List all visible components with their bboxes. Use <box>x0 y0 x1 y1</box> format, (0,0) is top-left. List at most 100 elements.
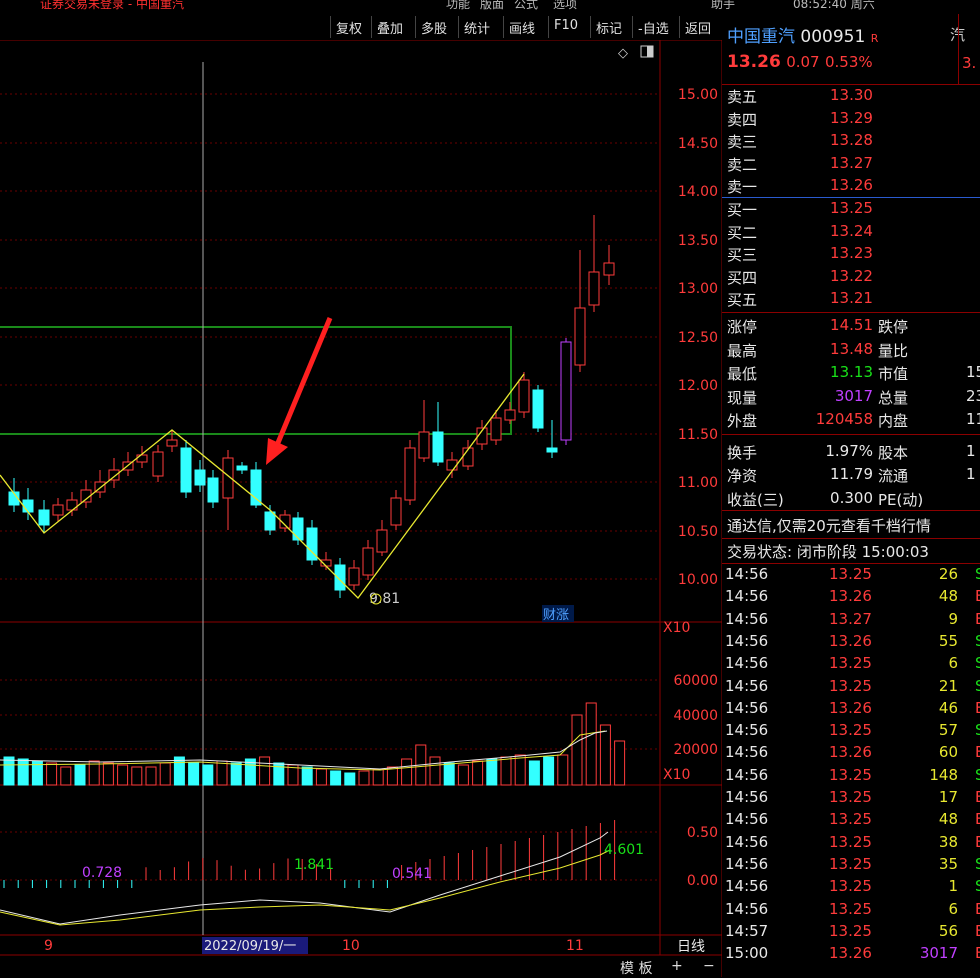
volume-bar <box>528 760 540 786</box>
stat-label: 净资 <box>727 467 758 485</box>
volume-bar <box>46 762 58 786</box>
tick-row: 14:56 13.25 6B <box>725 900 980 922</box>
volume-tick: 40000 <box>673 708 718 724</box>
volume-ma-yellow <box>0 730 606 771</box>
orderbook-price[interactable]: 13.22 <box>830 267 873 285</box>
orderbook-label: 买二 <box>727 223 758 242</box>
candle-body <box>404 447 416 501</box>
volume-bar <box>17 758 29 786</box>
tick-time: 14:56 <box>725 743 769 762</box>
candle-body <box>38 509 50 526</box>
statistics-button[interactable]: 统计 <box>458 16 495 38</box>
draw-line-button[interactable]: 画线 <box>503 16 540 38</box>
tick-row: 14:56 13.27 9B <box>725 610 980 632</box>
tick-time: 14:56 <box>725 631 769 650</box>
orderbook-label: 卖二 <box>727 155 758 174</box>
tick-price: 13.26 <box>829 698 872 717</box>
volume-bar <box>429 756 441 786</box>
back-button[interactable]: 返回 <box>679 16 716 38</box>
candle-body <box>108 469 120 481</box>
orderbook-price[interactable]: 13.28 <box>830 131 873 149</box>
menu-function[interactable]: 功能 <box>446 0 470 12</box>
candle-body <box>292 517 304 541</box>
macd-value-a: 0.728 <box>82 865 122 881</box>
tick-price: 13.25 <box>829 899 872 918</box>
zoom-in-button[interactable]: + <box>671 958 683 974</box>
tick-time: 14:56 <box>725 877 769 896</box>
orderbook-label: 卖一 <box>727 178 758 196</box>
tick-time: 14:56 <box>725 676 769 695</box>
menu-options[interactable]: 选项 <box>553 0 577 12</box>
tick-price: 13.25 <box>829 721 872 740</box>
orderbook-price[interactable]: 13.27 <box>830 154 873 172</box>
green-box-drawing[interactable] <box>0 326 512 435</box>
tick-time: 14:56 <box>725 765 769 784</box>
volume-bar <box>117 764 129 786</box>
kline-chart[interactable]: 15.00 14.50 14.00 13.50 13.00 12.50 12.0… <box>0 40 722 977</box>
restore-rights-button[interactable]: 复权 <box>330 16 367 38</box>
date-label: 9 <box>44 938 53 954</box>
stat-label: PE(动) <box>878 490 924 509</box>
tick-flag: S <box>975 721 980 740</box>
tick-volume: 35 <box>938 854 958 873</box>
candle-body <box>180 447 192 493</box>
tick-row: 14:57 13.25 56 B <box>725 922 980 944</box>
zigzag-line <box>0 373 525 599</box>
candle-body <box>207 477 219 503</box>
tick-price: 13.25 <box>829 810 872 829</box>
tick-volume: 48 <box>938 810 958 829</box>
volume-bar <box>301 766 313 786</box>
x10-label: X10 <box>663 620 690 636</box>
volume-bar <box>472 760 484 786</box>
tick-price: 13.26 <box>829 944 872 963</box>
candle-body <box>603 262 615 276</box>
tick-time: 14:56 <box>725 721 769 740</box>
menu-formula[interactable]: 公式 <box>514 0 538 12</box>
clock: 08:52:40 周六 <box>793 0 875 11</box>
period-label[interactable]: 日线 <box>677 939 705 955</box>
orderbook-price[interactable]: 13.24 <box>830 222 873 240</box>
diamond-icon[interactable]: ◇ <box>618 46 628 61</box>
f10-button[interactable]: F10 <box>548 16 583 38</box>
orderbook-price[interactable]: 13.21 <box>830 289 873 307</box>
multi-stock-button[interactable]: 多股 <box>415 16 452 38</box>
orderbook-label: 卖三 <box>727 133 758 151</box>
volume-bar <box>443 762 455 786</box>
orderbook-price[interactable]: 13.30 <box>830 86 873 104</box>
tick-flag: B <box>975 900 980 918</box>
menu-layout[interactable]: 版面 <box>480 0 504 12</box>
tick-time: 14:56 <box>725 609 769 628</box>
candle-body <box>490 417 502 441</box>
volume-bar <box>102 762 114 786</box>
window-title: 证券交易未登录 - 中国重汽 <box>40 0 184 11</box>
zoom-out-button[interactable]: − <box>703 958 715 974</box>
candle-body <box>22 499 34 513</box>
upsell-notice[interactable]: 通达信,仅需20元查看千档行情 <box>727 515 931 536</box>
volume-bar <box>358 770 370 786</box>
price-tick: 10.50 <box>678 524 718 540</box>
volume-bar <box>571 714 583 786</box>
panel-toggle-icon-fill <box>647 46 653 57</box>
menu-assistant[interactable]: 助手 <box>711 0 735 12</box>
overlay-button[interactable]: 叠加 <box>371 16 408 38</box>
template-button[interactable]: 模 板 <box>620 958 652 978</box>
stat-label: 收益(三) <box>727 490 784 509</box>
orderbook-price[interactable]: 13.26 <box>830 176 873 194</box>
tick-flag: S <box>975 877 980 896</box>
tick-row: 14:56 13.25 26 S <box>725 565 980 587</box>
stat-label: 总量 <box>878 388 909 407</box>
stat-value: 14.51 <box>830 316 873 334</box>
stat-label: 股本 <box>878 443 909 462</box>
tick-volume: 6 <box>948 899 958 918</box>
price-tick: 13.00 <box>678 281 718 297</box>
volume-tick: 20000 <box>673 742 718 758</box>
tick-flag: B <box>975 788 980 806</box>
red-arrow-shaft <box>272 317 333 451</box>
mark-button[interactable]: 标记 <box>590 16 627 38</box>
orderbook-price[interactable]: 13.23 <box>830 244 873 262</box>
orderbook-label: 买三 <box>727 246 758 264</box>
orderbook-price[interactable]: 13.25 <box>830 199 873 217</box>
price-tick: 15.00 <box>678 87 718 103</box>
orderbook-price[interactable]: 13.29 <box>830 109 873 127</box>
remove-watchlist-button[interactable]: -自选 <box>632 16 674 38</box>
